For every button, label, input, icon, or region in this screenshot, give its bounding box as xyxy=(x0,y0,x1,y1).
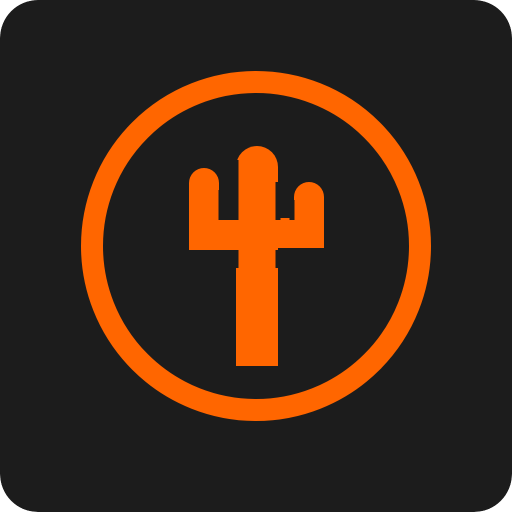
cactus-trunk-base xyxy=(236,250,278,366)
cactus-app-icon[interactable] xyxy=(0,0,512,512)
cactus-right-arm-join xyxy=(265,218,324,248)
cactus-left-arm-join xyxy=(189,220,249,250)
cactus-app-icon-graphic xyxy=(0,0,512,512)
